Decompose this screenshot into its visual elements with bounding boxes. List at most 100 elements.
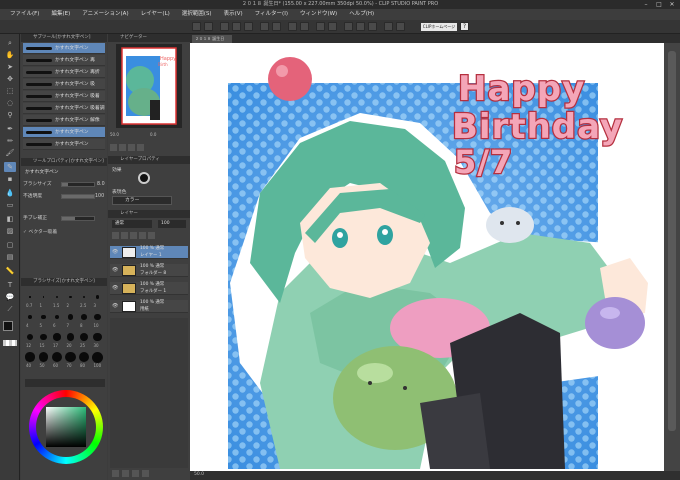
blend-mode-select[interactable]: 通常 [112,220,152,228]
paste-icon[interactable] [272,22,281,31]
tiling-icon[interactable] [384,22,393,31]
brush-size-dot[interactable] [28,315,32,319]
menu-view[interactable]: 表示(V) [218,9,249,20]
close-icon[interactable]: ✕ [666,0,678,9]
brush-size-dot[interactable] [69,295,72,299]
brush-size-dot[interactable] [82,295,86,299]
deselect-icon[interactable] [328,22,337,31]
brush-item[interactable]: かすれ文字ペン [23,43,105,54]
clear-icon[interactable] [288,22,297,31]
gradient-tool-icon[interactable]: ▨ [4,226,16,236]
menu-layer[interactable]: レイヤー(L) [135,9,176,20]
brush-size-dot[interactable] [93,332,102,342]
visibility-icon[interactable]: 👁 [112,249,118,255]
lasso-tool-icon[interactable]: ◌ [4,98,16,108]
brush-size-dot[interactable] [53,333,61,341]
brush-size-dot[interactable] [66,333,75,341]
help-button[interactable]: ? [460,22,469,31]
layer-row[interactable]: 👁 100 % 通常 レイヤー 1 [110,246,188,259]
figure-tool-icon[interactable]: ▢ [4,240,16,250]
document-tab[interactable]: ２０１８ 誕生日 [192,35,232,43]
brush-size-dot[interactable] [41,314,46,320]
minimize-icon[interactable]: – [640,0,652,9]
move-tool-icon[interactable]: ✥ [4,74,16,84]
stabilization-slider[interactable] [61,216,95,221]
vertical-scrollbar[interactable] [664,43,680,471]
save-icon[interactable] [244,22,253,31]
brush-size-dot[interactable] [79,332,89,342]
brush-item[interactable]: かすれ文字ペン 再折 [23,67,105,78]
prop-stabilization[interactable]: 手ブレ補正 [23,214,105,223]
visibility-icon[interactable]: 👁 [112,285,118,291]
brush-item[interactable]: かすれ文字ペン 吸着 [23,91,105,102]
new-icon[interactable] [220,22,229,31]
airbrush-tool-icon[interactable]: ▪ [4,174,16,184]
opacity-slider[interactable] [61,194,95,199]
brush-item[interactable]: かすれ文字ペン 解像 [23,115,105,126]
menu-help[interactable]: ヘルプ(H) [343,9,380,20]
brush-size-dot[interactable] [54,314,60,320]
decoration-tool-icon[interactable]: ✎ [4,162,16,172]
visibility-icon[interactable]: 👁 [112,303,118,309]
layer-row[interactable]: 👁 100 % 通常 フォルダー 1 [110,282,188,295]
brush-item[interactable]: かすれ文字ペン 再 [23,55,105,66]
eraser-tool-icon[interactable]: ▭ [4,200,16,210]
brush-size-dot[interactable] [65,351,76,363]
layer-opacity-field[interactable]: 100 [158,220,186,228]
canvas-paper[interactable]: Happy Birthday 5/7 [190,43,664,471]
clip-homepage-button[interactable]: CLIPホームページ [421,23,457,31]
visibility-icon[interactable]: 👁 [112,267,118,273]
snap-grid-icon[interactable] [368,22,377,31]
new-vector-layer-icon[interactable] [122,470,129,477]
brush-size-dot[interactable] [94,313,101,320]
mask-icon[interactable] [148,232,155,239]
brush-item[interactable]: かすれ文字ペン 吸着調 [23,103,105,114]
text-tool-icon[interactable]: T [4,280,16,290]
brush-size-dot[interactable] [42,296,45,298]
balloon-tool-icon[interactable]: 💬 [4,292,16,302]
new-folder-icon[interactable] [132,470,139,477]
layer-row[interactable]: 👁 100 % 通常 用紙 [110,300,188,313]
menu-selection[interactable]: 選択範囲(S) [176,9,218,20]
lock-icon[interactable] [112,232,119,239]
flip-icon[interactable] [137,144,144,151]
brush-size-dot[interactable] [40,333,47,341]
new-raster-layer-icon[interactable] [112,470,119,477]
open-icon[interactable] [232,22,241,31]
delete-layer-icon[interactable] [142,470,149,477]
brush-size-dot[interactable] [55,295,59,299]
rotate-icon[interactable] [128,144,135,151]
layer-row[interactable]: 👁 100 % 通常 フォルダー 8 [110,264,188,277]
reference-icon[interactable] [130,232,137,239]
brush-size-dot[interactable] [78,351,90,363]
menu-file[interactable]: ファイル(F) [4,9,45,20]
brush-size-dot[interactable] [38,352,49,362]
effect-icon[interactable] [138,172,150,184]
brush-size-dot[interactable] [92,351,103,363]
menu-animation[interactable]: アニメーション(A) [76,9,134,20]
prop-opacity[interactable]: 不透明度 100 [23,192,105,201]
brush-item[interactable]: かすれ文字ペン 吸 [23,79,105,90]
brush-size-dot[interactable] [52,352,62,362]
transform-icon[interactable] [316,22,325,31]
snap-ruler-icon[interactable] [356,22,365,31]
zoom-in-icon[interactable] [110,144,117,151]
correct-line-tool-icon[interactable]: ⟋ [4,304,16,314]
navigator-view[interactable]: Happy Birth [116,44,182,128]
brush-size-dot[interactable] [26,333,34,341]
invert-icon[interactable] [344,22,353,31]
pen-tool-icon[interactable]: ✒ [4,124,16,134]
undo-icon[interactable] [192,22,201,31]
frame-tool-icon[interactable]: ▤ [4,252,16,262]
menu-edit[interactable]: 編集(E) [45,9,76,20]
transparent-color-swatch[interactable] [3,340,17,346]
brush-tool-icon[interactable]: 🖌 [4,148,16,158]
prop-vector-snap[interactable]: ✓ ベクター吸着 [23,228,105,237]
zoom-tool-icon[interactable]: ⌕ [4,38,16,48]
fill-icon[interactable] [300,22,309,31]
prop-brush-size[interactable]: ブラシサイズ 8.0 [23,180,105,189]
menu-window[interactable]: ウィンドウ(W) [294,9,343,20]
zoom-out-icon[interactable] [119,144,126,151]
brush-item[interactable]: かすれ文字ペン [23,139,105,150]
eyedropper-tool-icon[interactable]: ⚲ [4,110,16,120]
